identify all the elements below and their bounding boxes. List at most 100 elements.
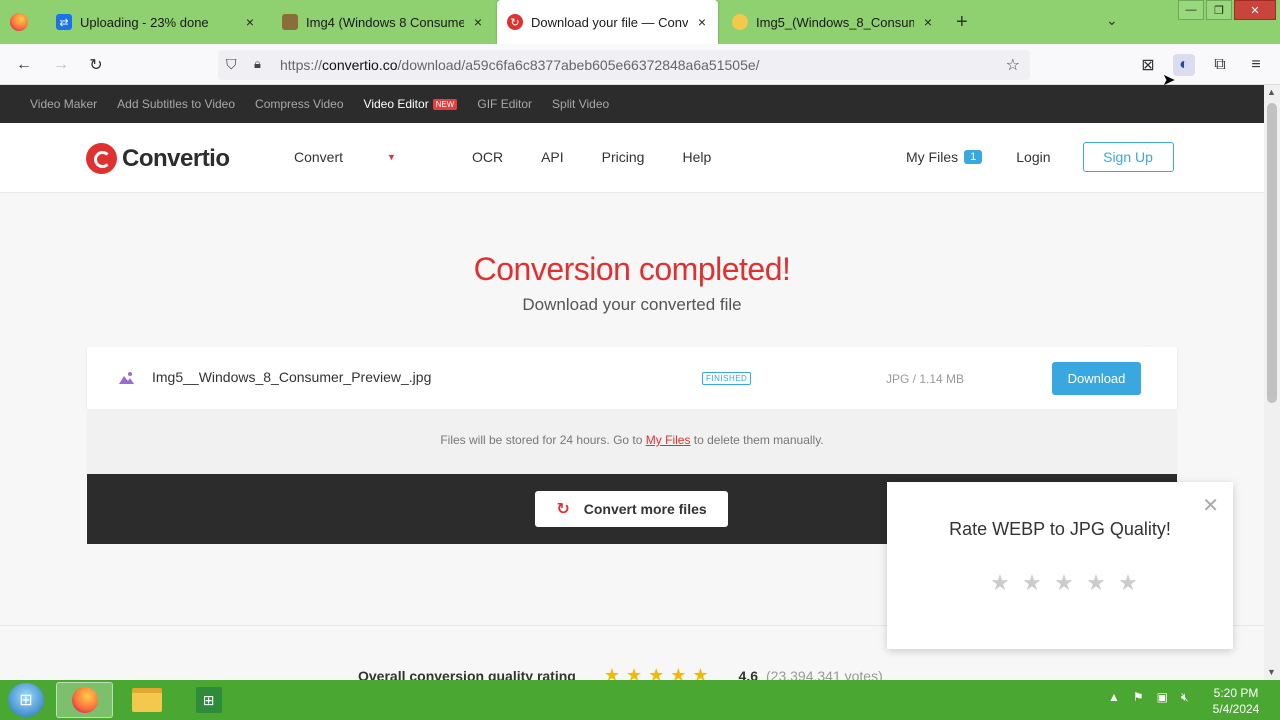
rating-score: 4.6 [738,667,758,681]
storage-note-text-end: to delete them manually. [690,433,824,447]
tracking-shield-icon[interactable]: ⛉ [226,56,237,73]
lock-icon[interactable]: 🔒︎ [254,56,261,72]
nav-convert-label: Convert [294,149,344,165]
convertio-logo-icon [86,143,117,174]
list-all-tabs-icon[interactable]: ⌄ [1106,12,1118,29]
popup-title: Rate WEBP to JPG Quality! [949,519,1171,539]
main-nav: Convert ▼ OCR API Pricing Help [294,149,749,165]
scroll-up-icon[interactable]: ▲ [1267,87,1276,97]
tab-close-icon[interactable]: × [242,14,258,30]
link-gif-editor[interactable]: GIF Editor [477,97,532,111]
pocket-icon[interactable]: ⊠ [1137,54,1159,76]
system-tray: ▲ ⚑ ▣ 🔇︎ [1108,690,1202,705]
popup-close-icon[interactable]: ✕ [1202,496,1219,516]
link-split-video[interactable]: Split Video [552,97,609,111]
image-thumbnail-icon [282,14,298,30]
clock-time: 5:20 PM [1213,686,1259,700]
maximize-icon[interactable]: ❐ [1206,0,1232,20]
contrast-extension-icon[interactable]: ◐ [1173,54,1195,76]
folder-icon [131,688,162,712]
bookmark-star-icon[interactable]: ☆ [1006,55,1020,75]
download-button[interactable]: Download [1052,362,1141,395]
file-name: Img5__Windows_8_Consumer_Preview_.jpg [152,369,432,385]
taskbar-firefox[interactable] [56,682,113,718]
scrollbar-thumb[interactable] [1267,103,1277,403]
nav-ocr[interactable]: OCR [472,149,503,165]
overall-rating: Overall conversion quality rating ★★★★★ … [358,665,883,680]
status-badge: FINISHED [702,372,752,385]
file-row: Img5__Windows_8_Consumer_Preview_.jpg FI… [87,347,1177,409]
page-scrollbar[interactable]: ▲ ▼ [1264,85,1280,680]
show-hidden-icons-icon[interactable]: ▲ [1108,690,1120,705]
my-files-link[interactable]: My Files [906,149,958,165]
login-link[interactable]: Login [1016,149,1050,165]
convert-more-files-button[interactable]: ↻ Convert more files [535,491,728,527]
window-close-icon[interactable]: ✕ [1234,0,1276,20]
network-icon[interactable]: ▣ [1157,690,1168,705]
star-3-icon[interactable]: ★ [1048,570,1080,596]
star-4-icon[interactable]: ★ [1080,570,1112,596]
action-center-flag-icon[interactable]: ⚑ [1133,690,1144,705]
address-bar[interactable]: ⛉ 🔒︎ https://convertio.co/download/a59c6… [218,50,1030,80]
logo-wordmark: Convertio [122,144,230,172]
taskbar-file-explorer[interactable] [118,682,175,718]
browser-tab-strip: ⇄ Uploading - 23% done × Img4 (Windows 8… [0,0,1280,44]
rating-label: Overall conversion quality rating [358,667,576,681]
star-5-icon[interactable]: ★ [1112,570,1144,596]
navigation-toolbar: ← → ↻ ⛉ 🔒︎ https://convertio.co/download… [0,44,1280,85]
minimize-icon[interactable]: — [1178,0,1204,20]
new-tab-button[interactable]: + [956,11,968,34]
nav-convert[interactable]: Convert ▼ [294,149,434,165]
tab-label: Img5_(Windows_8_Consumer_ [756,14,914,30]
star-1-icon[interactable]: ★ [984,570,1016,596]
firefox-icon [71,687,98,713]
tab-close-icon[interactable]: × [920,14,936,30]
transfer-icon: ⇄ [56,14,72,30]
tab-img5[interactable]: Img5_(Windows_8_Consumer_ × [722,0,944,44]
volume-muted-icon[interactable]: 🔇︎ [1181,690,1189,705]
app-menu-icon[interactable]: ≡ [1245,54,1267,76]
tab-download-your-file[interactable]: ↻ Download your file — Converti × [497,0,718,44]
nav-help[interactable]: Help [682,149,711,165]
firefox-menu-icon[interactable] [10,13,28,31]
rate-quality-popup: ✕ Rate WEBP to JPG Quality! ★ ★ ★ ★ ★ [887,482,1233,649]
start-button[interactable]: ⊞ [8,683,44,717]
tab-label: Download your file — Converti [531,14,688,30]
sign-up-button[interactable]: Sign Up [1082,142,1174,172]
file-format-size: JPG / 1.14 MB [886,372,965,386]
star-2-icon[interactable]: ★ [1016,570,1048,596]
link-compress-video[interactable]: Compress Video [255,97,344,111]
nav-api[interactable]: API [541,149,564,165]
tab-uploading[interactable]: ⇄ Uploading - 23% done × [44,0,266,44]
system-clock[interactable]: 5:20 PM 5/4/2024 [1208,685,1264,717]
tab-close-icon[interactable]: × [470,14,486,30]
rating-stars: ★★★★★ [603,665,715,680]
image-file-icon [119,372,134,384]
nav-pricing[interactable]: Pricing [602,149,645,165]
convertio-logo[interactable]: Convertio [86,143,230,174]
web-page: Video Maker Add Subtitles to Video Compr… [0,85,1264,680]
link-add-subtitles[interactable]: Add Subtitles to Video [117,97,235,111]
back-icon[interactable]: ← [13,54,35,76]
site-header: Convertio Convert ▼ OCR API Pricing Help … [0,123,1264,193]
tools-strip: Video Maker Add Subtitles to Video Compr… [0,85,1264,123]
forward-icon[interactable]: → [50,54,72,76]
windows-taskbar: ⊞ ⊞ ▲ ⚑ ▣ 🔇︎ 5:20 PM 5/4/2024 [0,680,1280,720]
tab-img4[interactable]: Img4 (Windows 8 Consumer Pr × [270,0,494,44]
storage-note: Files will be stored for 24 hours. Go to… [87,409,1177,474]
my-files-inline-link[interactable]: My Files [646,433,691,447]
window-controls: — ❐ ✕ [1176,0,1276,20]
chevron-down-icon: ▼ [387,152,396,162]
header-account: My Files 1 Login Sign Up [906,142,1174,172]
url-text[interactable]: https://convertio.co/download/a59c6fa6c8… [280,57,760,73]
taskbar-store[interactable]: ⊞ [180,682,237,718]
tab-label: Uploading - 23% done [80,14,209,30]
storage-note-text: Files will be stored for 24 hours. Go to [440,433,646,447]
flower-icon [732,14,748,30]
scroll-down-icon[interactable]: ▼ [1267,667,1276,677]
extensions-icon[interactable]: ⧉ [1209,54,1231,76]
link-video-editor[interactable]: Video Editor NEW [364,97,458,111]
link-video-maker[interactable]: Video Maker [30,97,97,111]
reload-icon[interactable]: ↻ [85,54,107,76]
tab-close-icon[interactable]: × [694,14,710,30]
